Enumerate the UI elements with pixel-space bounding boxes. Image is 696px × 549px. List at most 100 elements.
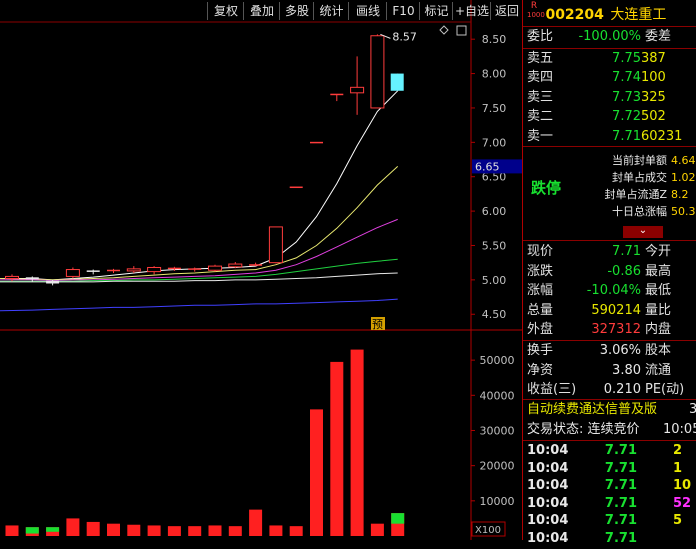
toolbar-button[interactable]: F10 xyxy=(386,2,420,20)
candle-body xyxy=(5,275,19,279)
candle-body xyxy=(167,267,181,270)
sell-order-price: 7.71 xyxy=(612,128,641,144)
fund-label-right: 流通 xyxy=(645,362,672,378)
quote-label-right: 今开 xyxy=(645,244,672,259)
volume-axis-label: 10000 xyxy=(480,495,515,508)
fund-value: 3.06% xyxy=(599,343,641,358)
ad-suffix: 3 xyxy=(689,402,696,417)
quote-label-right: 最高 xyxy=(645,263,672,279)
sell-order-row: 卖四 7.74 100 xyxy=(523,68,696,88)
candle-body xyxy=(268,226,283,264)
sell-order-label: 卖五 xyxy=(527,51,554,66)
quote-label: 涨跌 xyxy=(527,263,554,279)
quote-label: 现价 xyxy=(527,244,554,259)
fund-label: 换手 xyxy=(527,343,554,358)
fund-label-right: 股本 xyxy=(645,343,672,358)
sell-order-price: 7.74 xyxy=(612,70,641,86)
limit-down-panel: 跌停 当前封单额 4.64 封单占成交 1.02 封单占流通Z 8.2 十日总涨幅 50.3 … xyxy=(523,147,696,239)
ma-line-ma5 xyxy=(0,90,399,281)
quote-value: 7.71 xyxy=(612,244,641,259)
ad-banner[interactable]: 自动续费通达信普及版 3 xyxy=(523,400,696,420)
trade-status-row: 交易状态: 连续竞价 10:05 xyxy=(523,420,696,440)
expand-button[interactable]: ⌄ xyxy=(623,226,663,238)
volume-bar xyxy=(86,521,100,536)
toolbar-button[interactable]: 画线 xyxy=(348,2,387,20)
limit-item-label: 十日总涨幅 xyxy=(612,205,667,218)
candle-body xyxy=(208,265,222,271)
volume-axis-label: 50000 xyxy=(480,354,515,367)
kline-chart-svg[interactable]: 8.508.007.507.006.506.005.505.004.506.65… xyxy=(0,0,522,540)
limit-item-label: 封单占成交 xyxy=(612,171,667,184)
stock-badge: R 1000 xyxy=(527,1,545,19)
price-axis-label: 5.00 xyxy=(482,274,507,287)
candle-body xyxy=(126,268,141,272)
toolbar-button[interactable]: 返回 xyxy=(490,2,523,20)
fund-value: 3.80 xyxy=(612,362,641,378)
volume-bar xyxy=(5,525,19,536)
volume-bar xyxy=(310,409,323,536)
volume-bar xyxy=(350,349,364,536)
fund-label: 净资 xyxy=(527,362,554,378)
quote-label-right: 最低 xyxy=(645,283,672,298)
volume-axis-label: 40000 xyxy=(480,389,515,402)
toolbar-button[interactable]: 叠加 xyxy=(243,2,280,20)
toolbar-button[interactable]: 多股 xyxy=(279,2,314,20)
ma-line-ma30 xyxy=(0,258,398,282)
toolbar-button[interactable]: 复权 xyxy=(207,2,244,20)
limit-item-row: 封单占成交 1.02 xyxy=(523,170,696,186)
limit-item-value: 4.64 xyxy=(671,154,696,167)
volume-bar xyxy=(289,526,303,536)
ma-line-ma10 xyxy=(0,166,399,281)
candle-body xyxy=(65,269,80,277)
price-axis-label: 7.00 xyxy=(482,136,507,149)
candle-body xyxy=(249,264,263,266)
candle-body xyxy=(310,141,323,144)
quote-label: 总量 xyxy=(527,302,554,318)
volume-bar xyxy=(370,523,384,536)
limit-item-row: 封单占流通Z 8.2 xyxy=(523,187,696,203)
kline-chart-area[interactable]: 8.50 8.00 7.50 7.00 6.50 6.00 5.50 5.00 4.50 6.65… xyxy=(0,0,522,540)
fund-label-right: PE(动) xyxy=(645,382,685,397)
stock-badge-bottom: 1000 xyxy=(527,11,545,19)
fund-row: 净资 3.80 流通 xyxy=(523,361,696,381)
fund-value: 0.210 xyxy=(603,382,641,397)
pred-label: 预 xyxy=(372,318,383,331)
sell-order-volume: 502 xyxy=(641,109,666,125)
limit-item-label: 当前封单额 xyxy=(612,154,667,167)
quote-row: 总量 590214 量比 xyxy=(523,301,696,321)
limit-item-value: 50.3 xyxy=(671,205,696,218)
sell-order-price: 7.73 xyxy=(612,89,641,105)
stock-name: 大连重工 xyxy=(610,7,667,23)
volume-bar xyxy=(167,526,181,536)
divider xyxy=(523,240,696,241)
candle-body xyxy=(188,268,202,270)
ad-text: 自动续费通达信普及版 xyxy=(527,402,658,417)
limit-item-label: 封单占流通Z xyxy=(604,188,667,201)
volume-bar xyxy=(127,524,141,536)
ma-line-ma20 xyxy=(0,218,398,282)
volume-bar xyxy=(107,523,120,536)
volume-bar xyxy=(208,525,222,536)
quote-label: 涨幅 xyxy=(527,283,554,298)
toolbar-button[interactable]: +自选 xyxy=(452,2,491,20)
quote-value: -10.04% xyxy=(586,283,641,298)
sell-order-row: 卖五 7.75 387 xyxy=(523,49,696,69)
volume-bar xyxy=(147,525,161,536)
trade-time: 10:05 xyxy=(663,422,696,437)
quote-row: 现价 7.71 今开 xyxy=(523,242,696,262)
sell-order-price: 7.75 xyxy=(612,51,641,66)
toolbar-button[interactable]: 标记 xyxy=(419,2,453,20)
sell-order-row: 卖三 7.73 325 xyxy=(523,88,696,108)
volume-bar xyxy=(228,526,242,536)
limit-item-row: 当前封单额 4.64 xyxy=(523,153,696,169)
candle-body xyxy=(350,86,365,94)
current-price-tag: 6.65 xyxy=(475,160,500,173)
quote-value: 327312 xyxy=(591,322,641,337)
sell-order-row: 卖一 7.71 60231 xyxy=(523,127,696,147)
fund-row: 换手 3.06% 股本 xyxy=(523,341,696,361)
diamond-icon xyxy=(439,25,449,35)
toolbar-button[interactable]: 统计 xyxy=(313,2,349,20)
limit-item-value: 1.02 xyxy=(671,171,696,184)
weibi-label: 委比 xyxy=(527,29,554,44)
limit-item-value: 8.2 xyxy=(671,188,689,201)
